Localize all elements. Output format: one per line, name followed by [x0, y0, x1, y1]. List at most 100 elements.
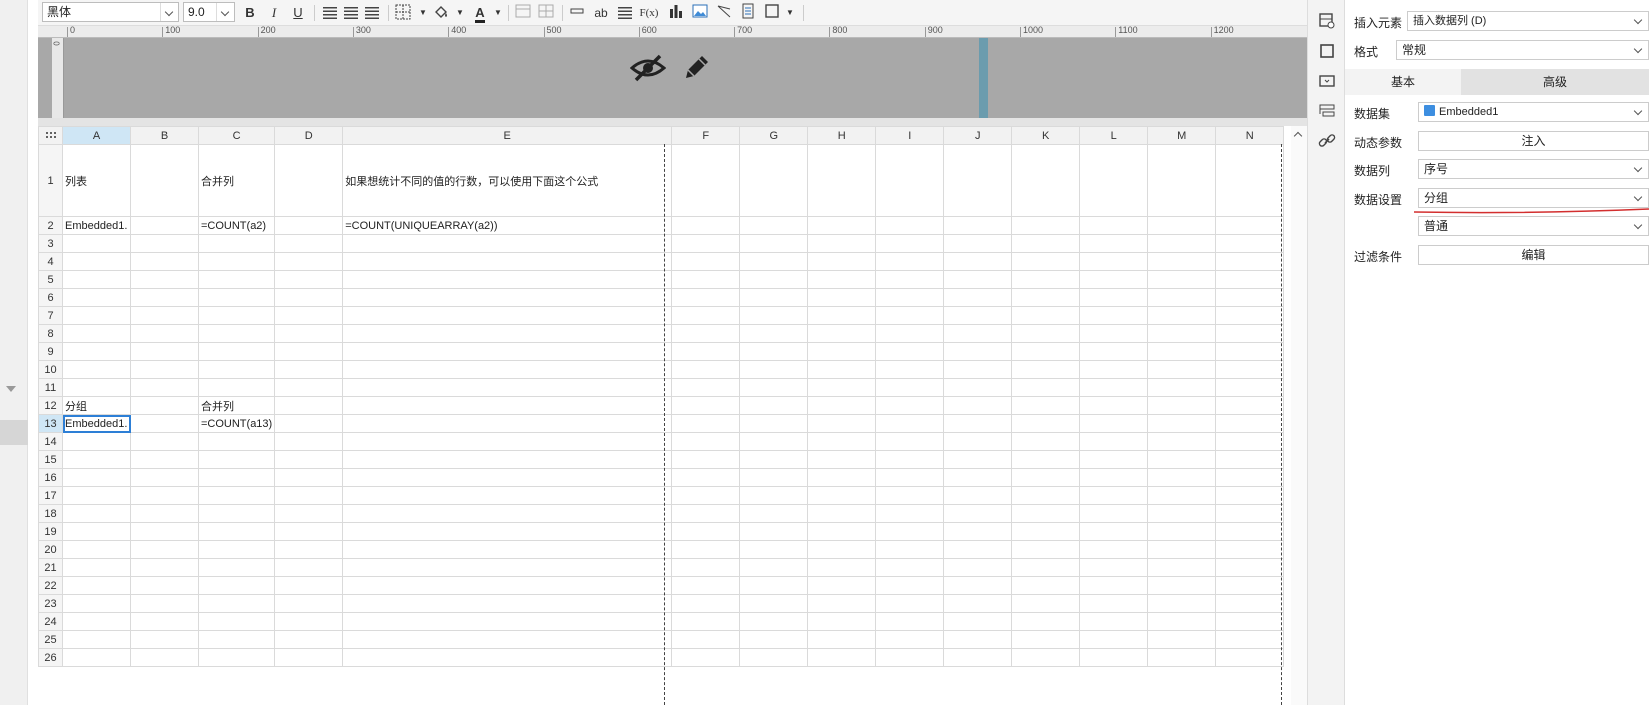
- cell-f19[interactable]: [671, 522, 741, 541]
- cell-e2[interactable]: =COUNT(UNIQUEARRAY(a2)): [342, 216, 673, 235]
- cell-a7[interactable]: [62, 306, 131, 325]
- vertical-scrollbar[interactable]: [1291, 126, 1307, 705]
- row-header[interactable]: 22: [38, 576, 63, 595]
- cell-b7[interactable]: [130, 306, 199, 325]
- italic-button[interactable]: I: [264, 3, 284, 23]
- cell-n6[interactable]: [1215, 288, 1285, 307]
- cell-i23[interactable]: [875, 594, 945, 613]
- row-header[interactable]: 19: [38, 522, 63, 541]
- cell-k4[interactable]: [1011, 252, 1081, 271]
- cell-g22[interactable]: [739, 576, 809, 595]
- row-header[interactable]: 23: [38, 594, 63, 613]
- cell-l22[interactable]: [1079, 576, 1149, 595]
- cell-g4[interactable]: [739, 252, 809, 271]
- cell-h3[interactable]: [807, 234, 877, 253]
- cell-e21[interactable]: [342, 558, 673, 577]
- cell-g21[interactable]: [739, 558, 809, 577]
- text-color-dropdown[interactable]: ▼: [488, 3, 508, 23]
- cell-g8[interactable]: [739, 324, 809, 343]
- cell-j14[interactable]: [943, 432, 1013, 451]
- cell-m18[interactable]: [1147, 504, 1217, 523]
- cell-a9[interactable]: [62, 342, 131, 361]
- cell-k1[interactable]: [1011, 144, 1081, 217]
- cell-e15[interactable]: [342, 450, 673, 469]
- cell-n4[interactable]: [1215, 252, 1285, 271]
- cell-j16[interactable]: [943, 468, 1013, 487]
- cell-c4[interactable]: [197, 252, 276, 271]
- cell-j8[interactable]: [943, 324, 1013, 343]
- cell-n24[interactable]: [1215, 612, 1285, 631]
- cell-l16[interactable]: [1079, 468, 1149, 487]
- cell-i6[interactable]: [875, 288, 945, 307]
- cell-c2[interactable]: =COUNT(a2): [197, 216, 276, 235]
- cell-m17[interactable]: [1147, 486, 1217, 505]
- cell-b8[interactable]: [130, 324, 199, 343]
- cell-m1[interactable]: [1147, 144, 1217, 217]
- cell-n2[interactable]: [1215, 216, 1285, 235]
- scroll-up-icon[interactable]: [1293, 130, 1303, 140]
- cell-f16[interactable]: [671, 468, 741, 487]
- cell-i2[interactable]: [875, 216, 945, 235]
- cell-a13[interactable]: Embedded1.: [62, 414, 131, 433]
- text-color-button[interactable]: A: [470, 3, 490, 23]
- cell-c20[interactable]: [197, 540, 276, 559]
- cell-k12[interactable]: [1011, 396, 1081, 415]
- cell-g9[interactable]: [739, 342, 809, 361]
- cell-j18[interactable]: [943, 504, 1013, 523]
- cell-f22[interactable]: [671, 576, 741, 595]
- cell-f17[interactable]: [671, 486, 741, 505]
- cell-k20[interactable]: [1011, 540, 1081, 559]
- cell-l18[interactable]: [1079, 504, 1149, 523]
- cell-i13[interactable]: [875, 414, 945, 433]
- cell-l4[interactable]: [1079, 252, 1149, 271]
- cell-i18[interactable]: [875, 504, 945, 523]
- tab-advanced[interactable]: 高级: [1461, 69, 1649, 95]
- cell-e6[interactable]: [342, 288, 673, 307]
- cell-d13[interactable]: [274, 414, 344, 433]
- cell-a23[interactable]: [62, 594, 131, 613]
- inject-button[interactable]: 注入: [1418, 131, 1649, 151]
- cell-d4[interactable]: [274, 252, 344, 271]
- slash-line-button[interactable]: [714, 3, 734, 23]
- cell-h18[interactable]: [807, 504, 877, 523]
- cell-l25[interactable]: [1079, 630, 1149, 649]
- cell-j6[interactable]: [943, 288, 1013, 307]
- row-header[interactable]: 24: [38, 612, 63, 631]
- cell-h26[interactable]: [807, 648, 877, 667]
- format-select[interactable]: 常规: [1396, 40, 1649, 60]
- cell-g10[interactable]: [739, 360, 809, 379]
- cell-d1[interactable]: [274, 144, 344, 217]
- cell-k23[interactable]: [1011, 594, 1081, 613]
- fill-color-dropdown[interactable]: ▼: [450, 3, 470, 23]
- cell-i16[interactable]: [875, 468, 945, 487]
- insert-row-button[interactable]: [567, 3, 587, 23]
- row-header[interactable]: 8: [38, 324, 63, 343]
- cell-i1[interactable]: [875, 144, 945, 217]
- cell-d20[interactable]: [274, 540, 344, 559]
- cell-i5[interactable]: [875, 270, 945, 289]
- column-header-f[interactable]: F: [671, 126, 741, 145]
- cell-a8[interactable]: [62, 324, 131, 343]
- cell-h11[interactable]: [807, 378, 877, 397]
- align-center-button[interactable]: [341, 3, 361, 23]
- cell-a20[interactable]: [62, 540, 131, 559]
- cell-l14[interactable]: [1079, 432, 1149, 451]
- widget-settings-icon[interactable]: [1318, 72, 1336, 90]
- cell-c22[interactable]: [197, 576, 276, 595]
- cell-n9[interactable]: [1215, 342, 1285, 361]
- cell-f11[interactable]: [671, 378, 741, 397]
- cell-f9[interactable]: [671, 342, 741, 361]
- column-header-b[interactable]: B: [130, 126, 199, 145]
- cell-l13[interactable]: [1079, 414, 1149, 433]
- cell-a4[interactable]: [62, 252, 131, 271]
- cell-g16[interactable]: [739, 468, 809, 487]
- cell-m7[interactable]: [1147, 306, 1217, 325]
- column-header-e[interactable]: E: [342, 126, 673, 145]
- cell-a21[interactable]: [62, 558, 131, 577]
- cell-j15[interactable]: [943, 450, 1013, 469]
- cell-k13[interactable]: [1011, 414, 1081, 433]
- cell-g15[interactable]: [739, 450, 809, 469]
- cell-m26[interactable]: [1147, 648, 1217, 667]
- cell-c9[interactable]: [197, 342, 276, 361]
- cell-c5[interactable]: [197, 270, 276, 289]
